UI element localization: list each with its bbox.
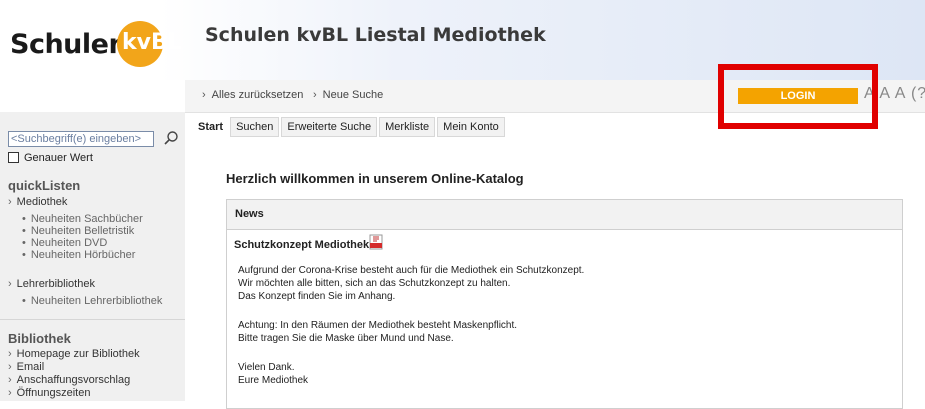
bibliothek-heading: Bibliothek xyxy=(8,331,71,346)
bullet-icon: • xyxy=(22,213,26,225)
exact-value-label: Genauer Wert xyxy=(24,152,93,164)
new-search-link[interactable]: › Neue Suche xyxy=(313,89,383,101)
chevron-right-icon: › xyxy=(8,361,12,373)
chevron-right-icon: › xyxy=(8,387,12,399)
sidebar-link-anschaffungsvorschlag[interactable]: › Anschaffungsvorschlag xyxy=(8,374,130,386)
news-heading: News xyxy=(227,200,902,230)
new-search-label: Neue Suche xyxy=(322,89,384,101)
sidebar-link-label: Neuheiten DVD xyxy=(30,237,108,249)
exact-value-checkbox[interactable] xyxy=(8,152,19,163)
news-line: Aufgrund der Corona-Krise besteht auch f… xyxy=(238,265,585,276)
sidebar-link-label: Neuheiten Lehrerbibliothek xyxy=(30,295,163,307)
logo[interactable]: Schulen kvBL xyxy=(10,21,182,67)
welcome-heading: Herzlich willkommen in unserem Online-Ka… xyxy=(226,171,524,186)
tab-erweiterte-suche[interactable]: Erweiterte Suche xyxy=(281,117,378,137)
chevron-right-icon: › xyxy=(313,89,317,101)
sidebar-link-neuheiten-belletristik[interactable]: • Neuheiten Belletristik xyxy=(22,225,134,237)
tab-merkliste[interactable]: Merkliste xyxy=(379,117,436,137)
news-line: Eure Mediothek xyxy=(238,375,309,386)
chevron-right-icon: › xyxy=(8,348,12,360)
search-input[interactable]: <Suchbegriff(e) eingeben> xyxy=(8,131,154,147)
sidebar-link-email[interactable]: › Email xyxy=(8,361,44,373)
sidebar-link-neuheiten-sachbuecher[interactable]: • Neuheiten Sachbücher xyxy=(22,213,143,225)
news-panel: News Schutzkonzept Mediothek Aufgrund de… xyxy=(226,199,903,409)
chevron-right-icon: › xyxy=(202,89,206,101)
logo-text: Schulen xyxy=(10,28,128,60)
sidebar-link-label: Homepage zur Bibliothek xyxy=(16,348,140,360)
sidebar: <Suchbegriff(e) eingeben> Genauer Wert q… xyxy=(0,112,185,401)
highlight-box xyxy=(718,64,878,129)
sidebar-item-lehrerbibliothek[interactable]: › Lehrerbibliothek xyxy=(8,278,95,290)
news-line: Vielen Dank. xyxy=(238,362,295,373)
sidebar-link-label: Neuheiten Sachbücher xyxy=(30,213,143,225)
search-icon[interactable] xyxy=(163,130,179,146)
sidebar-divider xyxy=(0,319,185,320)
sidebar-link-neuheiten-lehrerbibliothek[interactable]: • Neuheiten Lehrerbibliothek xyxy=(22,295,162,307)
news-line: Das Konzept finden Sie im Anhang. xyxy=(238,291,396,302)
pdf-icon[interactable] xyxy=(369,234,383,250)
sidebar-link-label: Öffnungszeiten xyxy=(16,387,91,399)
news-line: Bitte tragen Sie die Maske über Mund und… xyxy=(238,333,454,344)
tab-start[interactable]: Start xyxy=(195,117,229,137)
sidebar-item-mediothek[interactable]: › Mediothek xyxy=(8,196,67,208)
reset-all-link[interactable]: › Alles zurücksetzen xyxy=(202,89,303,101)
sidebar-item-label: Lehrerbibliothek xyxy=(16,278,95,290)
bullet-icon: • xyxy=(22,249,26,261)
logo-badge-text: kvBL xyxy=(122,30,182,55)
chevron-right-icon: › xyxy=(8,278,12,290)
bullet-icon: • xyxy=(22,225,26,237)
news-line: Achtung: In den Räumen der Mediothek bes… xyxy=(238,320,518,331)
news-paragraph-2: Achtung: In den Räumen der Mediothek bes… xyxy=(238,319,517,345)
bullet-icon: • xyxy=(22,237,26,249)
tab-mein-konto[interactable]: Mein Konto xyxy=(437,117,505,137)
sidebar-link-label: Email xyxy=(16,361,45,373)
sidebar-item-label: Mediothek xyxy=(16,196,68,208)
site-title: Schulen kvBL Liestal Mediothek xyxy=(205,24,546,46)
chevron-right-icon: › xyxy=(8,374,12,386)
sidebar-link-oeffnungszeiten[interactable]: › Öffnungszeiten xyxy=(8,387,90,399)
news-paragraph-1: Aufgrund der Corona-Krise besteht auch f… xyxy=(238,264,584,303)
sidebar-link-neuheiten-hoerbuecher[interactable]: • Neuheiten Hörbücher xyxy=(22,249,135,261)
news-line: Wir möchten alle bitten, sich an das Sch… xyxy=(238,278,511,289)
sidebar-link-neuheiten-dvd[interactable]: • Neuheiten DVD xyxy=(22,237,107,249)
reset-all-label: Alles zurücksetzen xyxy=(211,89,304,101)
news-title: Schutzkonzept Mediothek xyxy=(234,239,370,251)
quicklists-heading: quickListen xyxy=(8,178,81,193)
sidebar-link-label: Anschaffungsvorschlag xyxy=(16,374,131,386)
tab-suchen[interactable]: Suchen xyxy=(230,117,280,137)
chevron-right-icon: › xyxy=(8,196,12,208)
news-paragraph-3: Vielen Dank. Eure Mediothek xyxy=(238,361,308,387)
sidebar-link-homepage[interactable]: › Homepage zur Bibliothek xyxy=(8,348,140,360)
main-tabs: Start Suchen Erweiterte Suche Merkliste … xyxy=(195,117,507,137)
sidebar-link-label: Neuheiten Belletristik xyxy=(30,225,135,237)
sidebar-link-label: Neuheiten Hörbücher xyxy=(30,249,136,261)
bullet-icon: • xyxy=(22,295,26,307)
